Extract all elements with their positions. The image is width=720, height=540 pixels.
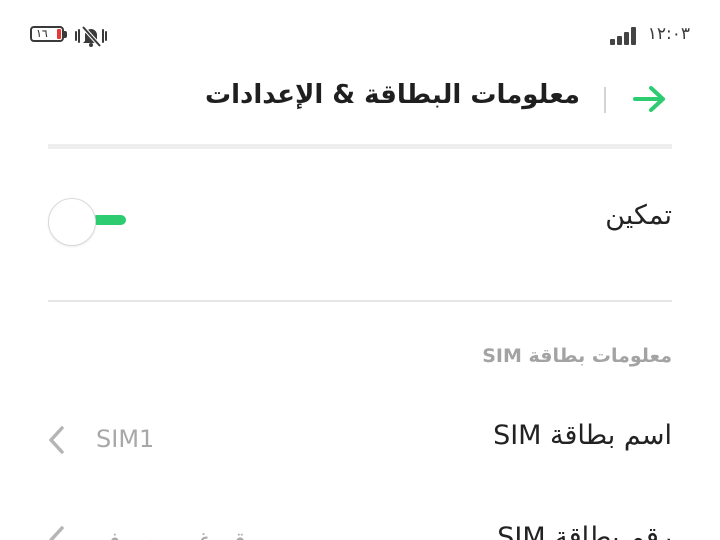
vibrate-muted-bell-icon	[75, 25, 107, 48]
sim-number-label: رقم بطاقة SIM	[497, 522, 672, 540]
header-divider	[604, 87, 606, 113]
chevron-left-icon	[49, 426, 64, 454]
sim-name-value: SIM1	[96, 425, 155, 453]
sim-info-section-label: معلومات بطاقة SIM	[482, 345, 672, 367]
arrow-right-icon[interactable]	[632, 84, 668, 114]
enable-label: تمكين	[605, 200, 672, 231]
signal-icon	[610, 27, 640, 45]
battery-level: ١٦	[36, 27, 48, 40]
status-time: ١٢:٠٣	[647, 24, 690, 44]
header-divider-line	[48, 144, 672, 149]
sim-settings-screen: ١٦ ١٢:٠٣ معلومات البطاقة & الإعدادات تمك…	[0, 0, 720, 540]
enable-toggle[interactable]	[48, 198, 128, 246]
battery-icon: ١٦	[30, 26, 68, 44]
toggle-knob	[48, 198, 96, 246]
toggle-track	[92, 215, 126, 225]
section-divider	[48, 300, 672, 302]
sim-name-label: اسم بطاقة SIM	[493, 420, 672, 451]
page-title: معلومات البطاقة & الإعدادات	[204, 80, 580, 110]
sim-number-value: رقم غير معروف	[96, 527, 257, 540]
chevron-left-icon	[49, 526, 64, 540]
